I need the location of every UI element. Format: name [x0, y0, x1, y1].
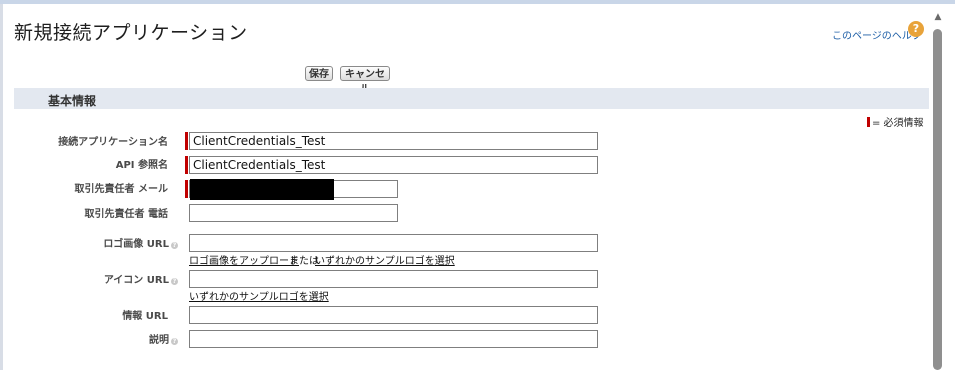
- help-icon[interactable]: ?: [908, 21, 924, 37]
- required-legend: = 必須情報: [867, 114, 924, 129]
- required-marker: [185, 132, 188, 150]
- required-legend-text: = 必須情報: [872, 118, 924, 129]
- redaction-block: [190, 179, 334, 200]
- info-icon[interactable]: ?: [171, 278, 178, 285]
- logo-url-label-text: ロゴ画像 URL: [103, 239, 169, 250]
- contact-phone-input[interactable]: [189, 204, 398, 222]
- icon-url-input[interactable]: [189, 270, 598, 288]
- app-name-input[interactable]: [189, 132, 598, 150]
- info-icon[interactable]: ?: [171, 338, 178, 345]
- upload-logo-link[interactable]: ロゴ画像をアップロード: [189, 252, 299, 267]
- save-button[interactable]: 保存: [305, 66, 333, 81]
- description-label-text: 説明: [149, 335, 169, 346]
- api-name-input[interactable]: [189, 156, 598, 174]
- description-label: 説明?: [18, 331, 178, 346]
- section-header: 基本情報: [14, 88, 929, 109]
- select-sample-logo-link[interactable]: いずれかのサンプルロゴを選択: [315, 252, 455, 267]
- page-title: 新規接続アプリケーション: [14, 22, 248, 44]
- api-name-label: API 参照名: [115, 160, 168, 171]
- required-marker: [185, 180, 188, 198]
- cancel-button[interactable]: キャンセル: [340, 66, 390, 95]
- required-marker: [185, 156, 188, 174]
- scrollbar-thumb[interactable]: [933, 29, 942, 370]
- chevron-up-icon[interactable]: ▲: [931, 11, 945, 23]
- required-marker-icon: [867, 117, 870, 127]
- contact-phone-label: 取引先責任者 電話: [84, 209, 168, 220]
- info-url-input[interactable]: [189, 306, 598, 324]
- window-top-border: [0, 0, 955, 4]
- app-name-label: 接続アプリケーション名: [58, 137, 168, 148]
- icon-url-label-text: アイコン URL: [103, 275, 169, 286]
- info-icon[interactable]: ?: [171, 242, 178, 249]
- info-url-label: 情報 URL: [122, 311, 168, 322]
- vertical-scrollbar[interactable]: ▲: [931, 11, 945, 370]
- logo-url-input[interactable]: [189, 234, 598, 252]
- section-title: 基本情報: [48, 94, 97, 108]
- description-input[interactable]: [189, 330, 598, 348]
- contact-email-label: 取引先責任者 メール: [74, 184, 168, 195]
- select-sample-icon-link[interactable]: いずれかのサンプルロゴを選択: [189, 288, 329, 303]
- window-left-border: [0, 4, 3, 370]
- icon-url-label: アイコン URL?: [18, 271, 178, 286]
- logo-url-label: ロゴ画像 URL?: [18, 235, 178, 250]
